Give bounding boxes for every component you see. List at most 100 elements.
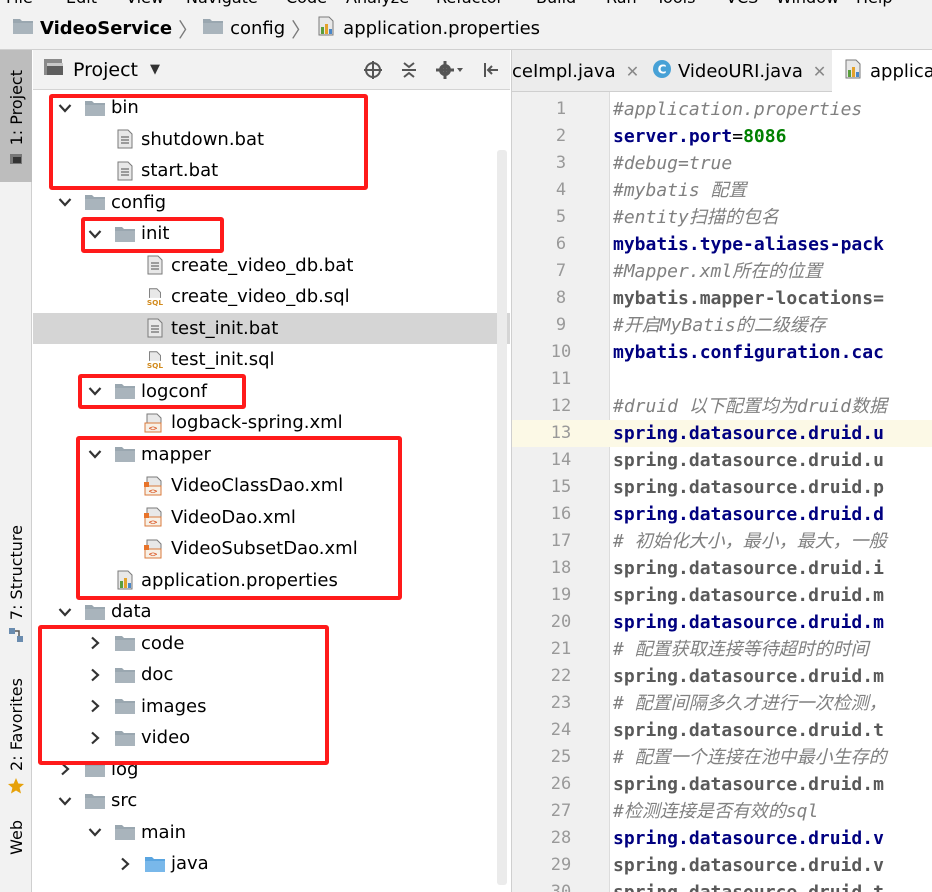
- code-line[interactable]: spring.datasource.druid.i: [610, 555, 932, 582]
- code-line[interactable]: #开启MyBatis的二级缓存: [610, 312, 932, 339]
- tree-node[interactable]: src: [33, 785, 510, 816]
- code-line[interactable]: spring.datasource.druid.v: [610, 852, 932, 879]
- code-line[interactable]: spring.datasource.druid.u: [610, 420, 932, 447]
- tree-node[interactable]: code: [33, 628, 510, 659]
- tree-node[interactable]: data: [33, 596, 510, 627]
- chevron-right-icon[interactable]: [115, 854, 135, 874]
- menu-item-view[interactable]: View: [126, 0, 164, 7]
- editor-tab[interactable]: applica: [832, 50, 932, 92]
- tree-node[interactable]: <> VideoClassDao.xml: [33, 470, 510, 501]
- code-line[interactable]: #entity扫描的包名: [610, 204, 932, 231]
- scrollbar-thumb[interactable]: [497, 150, 507, 885]
- code-line[interactable]: mybatis.mapper-locations=: [610, 285, 932, 312]
- side-tab-web[interactable]: Web: [0, 820, 32, 892]
- chevron-right-icon[interactable]: [85, 696, 105, 716]
- chevron-right-icon[interactable]: [85, 665, 105, 685]
- menu-item-navigate[interactable]: Navigate: [186, 0, 258, 7]
- chevron-right-icon[interactable]: [55, 759, 75, 779]
- breadcrumb-item[interactable]: VideoService 〉: [12, 8, 198, 50]
- tree-node[interactable]: start.bat: [33, 155, 510, 186]
- chevron-down-icon[interactable]: [85, 381, 105, 401]
- side-tab-structure[interactable]: 7: Structure: [0, 525, 32, 645]
- code-line[interactable]: [610, 366, 932, 393]
- project-tree-scrollbar[interactable]: [495, 150, 509, 892]
- chevron-down-icon[interactable]: [55, 192, 75, 212]
- tree-node[interactable]: bin: [33, 92, 510, 123]
- tree-node[interactable]: java: [33, 848, 510, 879]
- chevron-down-icon[interactable]: [85, 444, 105, 464]
- tree-node[interactable]: main: [33, 817, 510, 848]
- code-line[interactable]: spring.datasource.druid.t: [610, 717, 932, 744]
- side-tab-project[interactable]: 1: Project: [0, 50, 32, 182]
- tree-node[interactable]: <> logback-spring.xml: [33, 407, 510, 438]
- code-line[interactable]: # 初始化大小，最小，最大，一般: [610, 528, 932, 555]
- menu-item-code[interactable]: Code: [286, 0, 327, 7]
- code-line[interactable]: spring.datasource.druid.m: [610, 609, 932, 636]
- code-line[interactable]: spring.datasource.druid.v: [610, 825, 932, 852]
- menu-item-edit[interactable]: Edit: [66, 0, 97, 7]
- code-line[interactable]: server.port=8086: [610, 123, 932, 150]
- collapse-icon[interactable]: [398, 59, 420, 81]
- tree-node[interactable]: test_init.bat: [33, 312, 510, 344]
- code-line[interactable]: spring.datasource.druid.m: [610, 771, 932, 798]
- menu-item-help[interactable]: Help: [856, 0, 892, 7]
- tree-node[interactable]: shutdown.bat: [33, 124, 510, 155]
- code-line[interactable]: #druid 以下配置均为druid数据: [610, 393, 932, 420]
- code-line[interactable]: spring.datasource.druid.t: [610, 879, 932, 892]
- settings-gear-icon[interactable]: [434, 59, 466, 81]
- code-line[interactable]: #debug=true: [610, 150, 932, 177]
- tree-node[interactable]: init: [33, 218, 510, 249]
- code-line[interactable]: spring.datasource.druid.p: [610, 474, 932, 501]
- chevron-down-icon[interactable]: ▼: [150, 62, 160, 77]
- close-icon[interactable]: ✕: [626, 62, 639, 81]
- chevron-down-icon[interactable]: [55, 791, 75, 811]
- code-line[interactable]: # 配置一个连接在池中最小生存的: [610, 744, 932, 771]
- menu-item-run[interactable]: Run: [606, 0, 637, 7]
- code-line[interactable]: spring.datasource.druid.m: [610, 663, 932, 690]
- tree-node[interactable]: video: [33, 722, 510, 753]
- tree-node[interactable]: mapper: [33, 439, 510, 470]
- tree-node[interactable]: SQL test_init.sql: [33, 344, 510, 375]
- menu-item-window[interactable]: Window: [776, 0, 839, 7]
- tree-node[interactable]: <> VideoSubsetDao.xml: [33, 533, 510, 564]
- code-line[interactable]: spring.datasource.druid.d: [610, 501, 932, 528]
- tree-node[interactable]: create_video_db.bat: [33, 250, 510, 281]
- menu-item-analyze[interactable]: Analyze: [346, 0, 409, 7]
- tree-node[interactable]: images: [33, 691, 510, 722]
- chevron-right-icon[interactable]: [85, 728, 105, 748]
- menu-item-file[interactable]: File: [6, 0, 33, 7]
- close-icon[interactable]: ✕: [813, 62, 826, 81]
- tree-node[interactable]: SQL create_video_db.sql: [33, 281, 510, 312]
- code-area[interactable]: #application.properties server.port=8086 #…: [610, 92, 932, 892]
- menu-item-vcs[interactable]: VCS: [726, 0, 758, 7]
- chevron-down-icon[interactable]: [55, 602, 75, 622]
- menu-item-build[interactable]: Build: [536, 0, 576, 7]
- code-line[interactable]: # 配置间隔多久才进行一次检测，: [610, 690, 932, 717]
- tree-node[interactable]: log: [33, 754, 510, 785]
- project-panel-title[interactable]: Project: [73, 59, 138, 81]
- editor-tab[interactable]: C VideoURI.java ✕: [642, 50, 830, 92]
- side-tab-favorites[interactable]: 2: Favorites: [0, 678, 32, 798]
- locate-icon[interactable]: [362, 59, 384, 81]
- chevron-down-icon[interactable]: [55, 98, 75, 118]
- chevron-right-icon[interactable]: [85, 633, 105, 653]
- tree-node[interactable]: application.properties: [33, 565, 510, 596]
- code-line[interactable]: # 配置获取连接等待超时的时间: [610, 636, 932, 663]
- breadcrumb-item[interactable]: application.properties: [315, 8, 540, 50]
- code-line[interactable]: #mybatis 配置: [610, 177, 932, 204]
- chevron-down-icon[interactable]: [85, 224, 105, 244]
- editor-tab[interactable]: ceImpl.java ✕: [512, 50, 639, 92]
- hide-panel-icon[interactable]: [480, 59, 502, 81]
- code-line[interactable]: spring.datasource.druid.m: [610, 582, 932, 609]
- code-line[interactable]: #application.properties: [610, 96, 932, 123]
- breadcrumb-item[interactable]: config 〉: [202, 8, 311, 50]
- code-line[interactable]: spring.datasource.druid.u: [610, 447, 932, 474]
- code-line[interactable]: mybatis.configuration.cac: [610, 339, 932, 366]
- menu-item-refactor[interactable]: Refactor: [436, 0, 503, 7]
- code-line[interactable]: #Mapper.xml所在的位置: [610, 258, 932, 285]
- code-line[interactable]: mybatis.type-aliases-pack: [610, 231, 932, 258]
- tree-node[interactable]: <> VideoDao.xml: [33, 502, 510, 533]
- chevron-down-icon[interactable]: [85, 822, 105, 842]
- menu-item-tools[interactable]: Tools: [656, 0, 695, 7]
- tree-node[interactable]: logconf: [33, 376, 510, 407]
